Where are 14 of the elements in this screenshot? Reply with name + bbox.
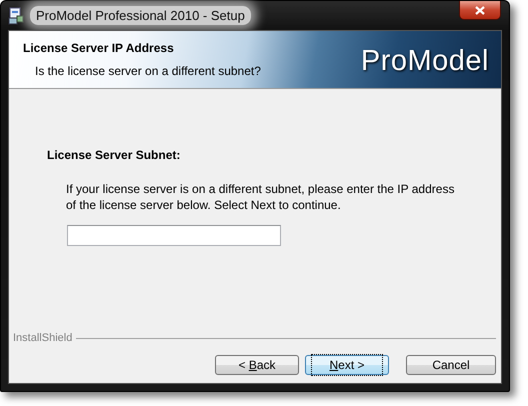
instructions-text: If your license server is on a different subnet, please enter the IP address of the license server below. Select Next to continue.	[66, 181, 456, 213]
ip-address-field[interactable]	[67, 225, 281, 246]
close-button[interactable]	[459, 1, 501, 20]
cancel-button[interactable]: Cancel	[406, 355, 496, 375]
page-subtitle: Is the license server on a different subnet?	[34, 64, 261, 78]
close-icon	[475, 6, 485, 14]
installer-icon	[8, 6, 24, 24]
back-button[interactable]: < Back	[215, 355, 299, 375]
window-title: ProModel Professional 2010 - Setup	[30, 6, 251, 25]
logo-text: ProModel	[360, 44, 489, 78]
section-heading: License Server Subnet:	[47, 148, 180, 162]
next-button[interactable]: Next >	[305, 355, 389, 375]
page-title: License Server IP Address	[23, 41, 175, 55]
installer-brand: InstallShield	[13, 332, 72, 344]
